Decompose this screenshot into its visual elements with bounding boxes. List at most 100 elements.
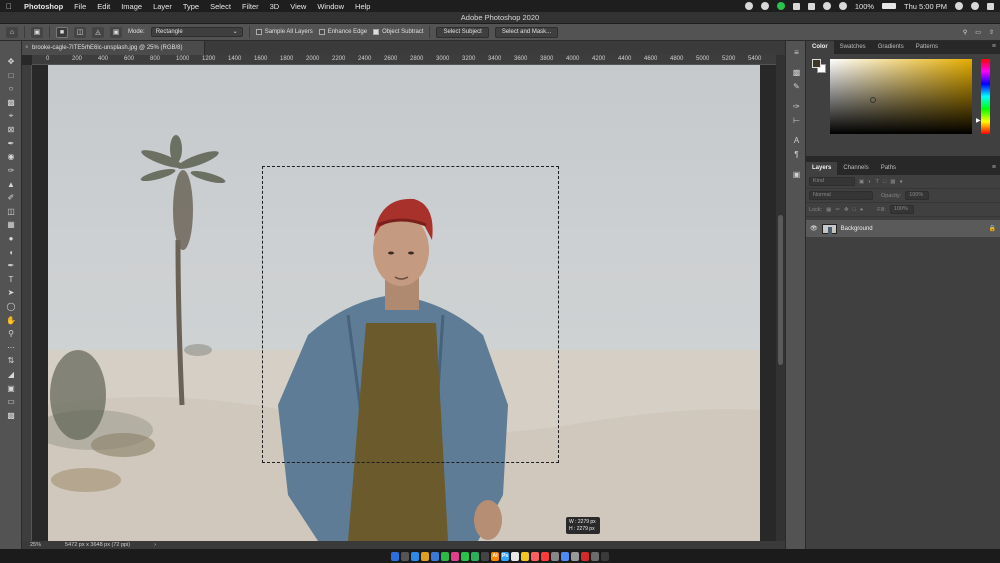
tab-layers[interactable]: Layers: [806, 162, 838, 175]
scrollbar-thumb[interactable]: [778, 215, 783, 365]
menu-file[interactable]: File: [74, 2, 86, 11]
ellipse-shape-icon[interactable]: ◯: [0, 300, 22, 314]
enhance-edge-checkbox[interactable]: Enhance Edge: [318, 29, 367, 35]
terminal-icon[interactable]: [481, 551, 489, 561]
layer-row-background[interactable]: 👁 Background 🔒: [806, 220, 1000, 237]
acrobat-icon[interactable]: [581, 551, 589, 561]
marquee-selection[interactable]: [262, 166, 559, 463]
lock-pixels-icon[interactable]: ✑: [835, 207, 840, 213]
foreground-color-swatch[interactable]: [812, 59, 821, 68]
apple-icon[interactable]: : [6, 2, 16, 11]
eraser-icon[interactable]: ◫: [0, 205, 22, 219]
frame-icon[interactable]: ⊠: [0, 123, 22, 137]
vertical-scrollbar[interactable]: [776, 55, 785, 541]
type-tool-icon[interactable]: T: [0, 273, 22, 287]
filter-toggle-icon[interactable]: ●: [899, 179, 902, 185]
tab-patterns[interactable]: Patterns: [910, 41, 944, 54]
intersect-selection-icon[interactable]: ▣: [110, 26, 122, 38]
lock-icon[interactable]: 🔒: [989, 225, 996, 232]
add-to-selection-icon[interactable]: ◫: [74, 26, 86, 38]
brush-settings-icon[interactable]: ✑: [786, 99, 807, 113]
filter-type-icon[interactable]: T: [876, 179, 879, 185]
app-store-icon[interactable]: [561, 551, 569, 561]
search-icon[interactable]: ⚲: [963, 29, 967, 36]
workspace-icon[interactable]: ▭: [975, 29, 981, 36]
battery-icon[interactable]: [882, 3, 897, 9]
brush-icon[interactable]: ✑: [0, 164, 22, 178]
notification-center-icon[interactable]: [987, 2, 994, 10]
checkbox-box[interactable]: [373, 29, 380, 35]
creative-cloud-icon[interactable]: [744, 2, 753, 10]
dodge-icon[interactable]: ◖: [0, 245, 22, 259]
launchpad-icon[interactable]: [401, 551, 409, 561]
spotify-icon[interactable]: [776, 2, 785, 10]
object-subtract-checkbox[interactable]: Object Subtract: [373, 29, 423, 35]
paragraph-panel-icon[interactable]: ¶: [786, 147, 807, 161]
path-selection-icon[interactable]: ➤: [0, 286, 22, 300]
wifi-icon[interactable]: [822, 2, 831, 10]
more-tools-icon[interactable]: ⋯: [0, 340, 22, 354]
menu-help[interactable]: Help: [355, 2, 370, 11]
panel-menu-icon[interactable]: ≡: [992, 164, 996, 171]
document-tab[interactable]: × brooke-cagle-7ITE5rhE6lc-unsplash.jpg …: [22, 41, 205, 55]
screen-share-icon[interactable]: [760, 2, 769, 10]
foreground-background-color-icon[interactable]: ◢: [0, 368, 22, 382]
music-icon[interactable]: [541, 551, 549, 561]
tab-channels[interactable]: Channels: [837, 162, 874, 175]
menu-select[interactable]: Select: [210, 2, 231, 11]
downloads-icon[interactable]: [591, 551, 599, 561]
home-icon[interactable]: ⌂: [6, 26, 18, 38]
filter-pixel-icon[interactable]: ▣: [859, 179, 864, 185]
tab-color[interactable]: Color: [806, 41, 834, 54]
menu-app-name[interactable]: Photoshop: [24, 2, 63, 11]
spotify-dock-icon[interactable]: [471, 551, 479, 561]
panel-menu-icon[interactable]: ≡: [992, 43, 996, 50]
learn-panel-icon[interactable]: ✎: [786, 79, 807, 93]
tool-preset-picker-icon[interactable]: ▣: [31, 26, 43, 38]
menu-window[interactable]: Window: [317, 2, 344, 11]
status-menu-arrow[interactable]: ›: [154, 541, 156, 549]
clone-stamp-icon[interactable]: ▲: [0, 177, 22, 191]
tab-paths[interactable]: Paths: [875, 162, 902, 175]
document-image[interactable]: W : 2279 px H : 2279 px: [48, 65, 760, 541]
messages-icon[interactable]: [441, 551, 449, 561]
hand-icon[interactable]: ✋: [0, 313, 22, 327]
canvas-area[interactable]: W : 2279 px H : 2279 px: [32, 65, 776, 541]
finder-icon[interactable]: [391, 551, 399, 561]
volume-icon[interactable]: [838, 2, 847, 10]
lock-all-icon[interactable]: ●: [860, 207, 863, 213]
subtract-from-selection-icon[interactable]: ◬: [92, 26, 104, 38]
history-brush-icon[interactable]: ✐: [0, 191, 22, 205]
filter-shape-icon[interactable]: □: [883, 179, 886, 185]
lock-transparent-icon[interactable]: ▦: [826, 207, 831, 213]
fill-input[interactable]: 100%: [889, 205, 914, 214]
menu-filter[interactable]: Filter: [242, 2, 259, 11]
checkbox-box[interactable]: [255, 29, 262, 35]
blur-icon[interactable]: ●: [0, 232, 22, 246]
hue-slider[interactable]: ▶: [976, 59, 990, 134]
menu-view[interactable]: View: [290, 2, 306, 11]
crop-icon[interactable]: ⌖: [0, 109, 22, 123]
select-subject-button[interactable]: Select Subject: [436, 26, 489, 38]
menu-type[interactable]: Type: [183, 2, 199, 11]
color-picker-cursor[interactable]: [870, 97, 876, 103]
notes-icon[interactable]: [521, 551, 529, 561]
new-selection-icon[interactable]: ■: [56, 26, 68, 38]
checkbox-box[interactable]: [318, 29, 325, 35]
close-icon[interactable]: ×: [25, 41, 29, 55]
menu-layer[interactable]: Layer: [153, 2, 172, 11]
menubar-clock[interactable]: Thu 5:00 PM: [904, 2, 947, 11]
spot-healing-icon[interactable]: ◉: [0, 150, 22, 164]
change-screen-mode-icon[interactable]: ▩: [0, 408, 22, 422]
preview-icon[interactable]: [571, 551, 579, 561]
screen-mode-icon[interactable]: ▭: [0, 395, 22, 409]
chrome-icon[interactable]: [421, 551, 429, 561]
swap-colors-icon[interactable]: ⇅: [0, 354, 22, 368]
document-icon[interactable]: [792, 2, 800, 10]
user-avatar-icon[interactable]: [971, 2, 979, 10]
lock-artboard-icon[interactable]: □: [853, 207, 856, 213]
bluetooth-icon[interactable]: [807, 2, 815, 10]
horizontal-ruler[interactable]: 0 200 400 600 800 1000 1200 1400 1600 1800 2000 220…: [32, 55, 776, 65]
menu-edit[interactable]: Edit: [97, 2, 110, 11]
mode-select[interactable]: Rectangle ⌄: [150, 27, 243, 37]
